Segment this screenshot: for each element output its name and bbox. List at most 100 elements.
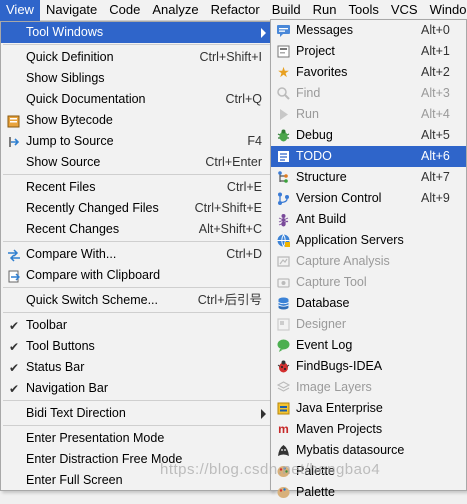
- menu-view[interactable]: View: [0, 0, 40, 21]
- tool-window-find[interactable]: Find Alt+3: [271, 83, 466, 104]
- menu-item-label: Recently Changed Files: [26, 201, 159, 215]
- menu-separator: [3, 287, 270, 288]
- menu-item-shortcut: Alt+9: [421, 191, 450, 205]
- tool-window-debug[interactable]: Debug Alt+5: [271, 125, 466, 146]
- view-menu: Tool Windows Quick Definition Ctrl+Shift…: [0, 21, 273, 491]
- menu-item-recently-changed-files[interactable]: Recently Changed Files Ctrl+Shift+E: [1, 198, 272, 219]
- tool-window-favorites[interactable]: ★ Favorites Alt+2: [271, 62, 466, 83]
- designer-icon: [276, 317, 291, 332]
- menu-item-label: Event Log: [296, 338, 353, 352]
- menu-item-shortcut: Ctrl+Q: [225, 92, 262, 106]
- menu-item-status-bar[interactable]: ✔ Status Bar: [1, 357, 272, 378]
- menu-item-show-bytecode[interactable]: Show Bytecode: [1, 110, 272, 131]
- tool-window-project[interactable]: Project Alt+1: [271, 41, 466, 62]
- menu-tools[interactable]: Tools: [343, 0, 385, 21]
- menu-item-tool-windows[interactable]: Tool Windows: [1, 22, 272, 43]
- menu-item-label: Recent Changes: [26, 222, 120, 236]
- watermark: https://blog.csdn.net/hengbao4: [160, 461, 381, 478]
- tool-window-java-enterprise[interactable]: Java Enterprise: [271, 398, 466, 419]
- menu-item-recent-changes[interactable]: Recent Changes Alt+Shift+C: [1, 219, 272, 240]
- debug-icon: [276, 128, 291, 143]
- tool-window-application-servers[interactable]: Application Servers: [271, 230, 466, 251]
- menu-item-label: Run: [296, 107, 319, 121]
- menu-refactor[interactable]: Refactor: [205, 0, 266, 21]
- tool-window-image-layers[interactable]: Image Layers: [271, 377, 466, 398]
- tool-window-ant-build[interactable]: Ant Build: [271, 209, 466, 230]
- menu-item-quick-switch-scheme[interactable]: Quick Switch Scheme... Ctrl+后引号: [1, 290, 272, 311]
- menu-item-shortcut: Ctrl+D: [226, 247, 262, 261]
- version-control-icon: [276, 191, 291, 206]
- menu-window[interactable]: Windo: [424, 0, 467, 21]
- tool-window-event-log[interactable]: Event Log: [271, 335, 466, 356]
- menu-code[interactable]: Code: [103, 0, 146, 21]
- menu-run[interactable]: Run: [307, 0, 343, 21]
- menu-item-label: Tool Buttons: [26, 339, 95, 353]
- menu-item-label: Show Bytecode: [26, 113, 113, 127]
- structure-icon: [276, 170, 291, 185]
- menu-item-show-source[interactable]: Show Source Ctrl+Enter: [1, 152, 272, 173]
- menu-item-quick-definition[interactable]: Quick Definition Ctrl+Shift+I: [1, 47, 272, 68]
- menu-build[interactable]: Build: [266, 0, 307, 21]
- tool-window-version-control[interactable]: Version Control Alt+9: [271, 188, 466, 209]
- mybatis-icon: [276, 443, 291, 458]
- menu-navigate[interactable]: Navigate: [40, 0, 103, 21]
- tool-window-database[interactable]: Database: [271, 293, 466, 314]
- menu-item-shortcut: Alt+5: [421, 128, 450, 142]
- tool-window-findbugs-idea[interactable]: FindBugs-IDEA: [271, 356, 466, 377]
- tool-window-palette-2[interactable]: Palette: [271, 482, 466, 503]
- find-icon: [276, 86, 291, 101]
- capture-tool-icon: [276, 275, 291, 290]
- menu-item-jump-to-source[interactable]: Jump to Source F4: [1, 131, 272, 152]
- menu-item-label: TODO: [296, 149, 332, 163]
- image-layers-icon: [276, 380, 291, 395]
- tool-window-structure[interactable]: Structure Alt+7: [271, 167, 466, 188]
- menu-item-compare-with[interactable]: Compare With... Ctrl+D: [1, 244, 272, 265]
- check-icon: ✔: [8, 340, 20, 354]
- menu-item-label: Capture Analysis: [296, 254, 390, 268]
- menu-item-shortcut: Alt+6: [421, 149, 450, 163]
- menu-item-recent-files[interactable]: Recent Files Ctrl+E: [1, 177, 272, 198]
- tool-window-todo[interactable]: TODO Alt+6: [271, 146, 466, 167]
- menu-separator: [3, 241, 270, 242]
- menu-separator: [3, 425, 270, 426]
- database-icon: [276, 296, 291, 311]
- menu-item-label: Compare with Clipboard: [26, 268, 161, 282]
- messages-icon: [276, 23, 291, 38]
- menu-item-label: Palette: [296, 485, 335, 499]
- tool-window-capture-analysis[interactable]: Capture Analysis: [271, 251, 466, 272]
- tool-window-maven-projects[interactable]: m Maven Projects: [271, 419, 466, 440]
- application-servers-icon: [276, 233, 291, 248]
- menu-item-label: Jump to Source: [26, 134, 114, 148]
- menu-item-shortcut: Alt+4: [421, 107, 450, 121]
- menu-item-quick-documentation[interactable]: Quick Documentation Ctrl+Q: [1, 89, 272, 110]
- tool-window-designer[interactable]: Designer: [271, 314, 466, 335]
- menu-vcs[interactable]: VCS: [385, 0, 424, 21]
- menu-item-label: Project: [296, 44, 335, 58]
- menu-item-label: Toolbar: [26, 318, 67, 332]
- menu-item-shortcut: Alt+1: [421, 44, 450, 58]
- run-icon: [276, 107, 291, 122]
- findbugs-icon: [276, 359, 291, 374]
- menu-item-enter-presentation-mode[interactable]: Enter Presentation Mode: [1, 428, 272, 449]
- menu-item-bidi-text-direction[interactable]: Bidi Text Direction: [1, 403, 272, 424]
- menu-bar: View Navigate Code Analyze Refactor Buil…: [0, 0, 467, 21]
- tool-window-mybatis-datasource[interactable]: Mybatis datasource: [271, 440, 466, 461]
- menu-item-label: Application Servers: [296, 233, 404, 247]
- menu-item-shortcut: Ctrl+E: [226, 180, 262, 194]
- menu-item-show-siblings[interactable]: Show Siblings: [1, 68, 272, 89]
- todo-icon: [276, 149, 291, 164]
- tool-window-run[interactable]: Run Alt+4: [271, 104, 466, 125]
- menu-item-label: Structure: [296, 170, 347, 184]
- menu-item-shortcut: F4: [247, 134, 262, 148]
- menu-item-navigation-bar[interactable]: ✔ Navigation Bar: [1, 378, 272, 399]
- menu-item-label: Enter Distraction Free Mode: [26, 452, 183, 466]
- menu-item-toolbar[interactable]: ✔ Toolbar: [1, 315, 272, 336]
- tool-window-messages[interactable]: Messages Alt+0: [271, 20, 466, 41]
- menu-analyze[interactable]: Analyze: [146, 0, 204, 21]
- menu-item-tool-buttons[interactable]: ✔ Tool Buttons: [1, 336, 272, 357]
- menu-item-compare-with-clipboard[interactable]: Compare with Clipboard: [1, 265, 272, 286]
- menu-item-label: FindBugs-IDEA: [296, 359, 383, 373]
- tool-window-capture-tool[interactable]: Capture Tool: [271, 272, 466, 293]
- menu-item-label: Compare With...: [26, 247, 117, 261]
- menu-item-label: Find: [296, 86, 321, 100]
